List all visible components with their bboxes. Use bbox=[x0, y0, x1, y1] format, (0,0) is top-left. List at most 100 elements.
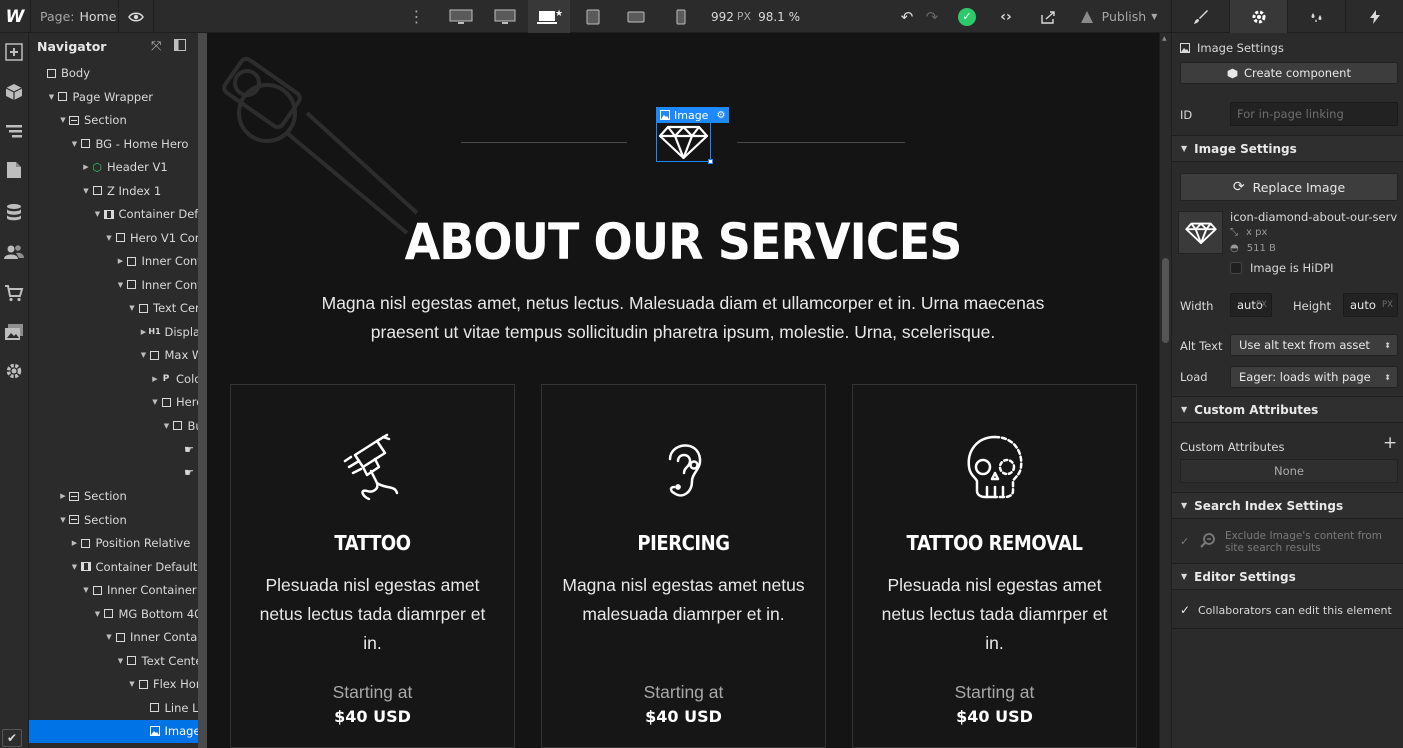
width-unit[interactable]: PX bbox=[1256, 300, 1267, 310]
navigator-item[interactable]: ▼ Hero bbox=[29, 391, 198, 414]
chevron-down-icon[interactable]: ▼ bbox=[70, 140, 80, 148]
tab-style-brush-icon[interactable] bbox=[1171, 0, 1229, 33]
selected-element-tag[interactable]: Image bbox=[656, 107, 714, 123]
navigator-item[interactable]: ▶ Section bbox=[29, 485, 198, 508]
ecommerce-cart-icon[interactable] bbox=[0, 279, 28, 307]
navigator-item[interactable]: ▼ Buttons bbox=[29, 414, 198, 437]
chevron-right-icon[interactable]: ▶ bbox=[116, 257, 126, 265]
navigator-item[interactable]: ▼ Inner Container bbox=[29, 579, 198, 602]
settings-gear-icon[interactable] bbox=[0, 357, 28, 385]
chevron-down-icon[interactable]: ▼ bbox=[104, 234, 114, 242]
alt-text-select[interactable]: Use alt text from asset ⬍ bbox=[1230, 334, 1398, 356]
breakpoint-tablet-icon[interactable] bbox=[572, 0, 614, 33]
publish-button[interactable]: Publish ▼ bbox=[1070, 0, 1166, 33]
webflow-logo[interactable]: W bbox=[0, 0, 29, 33]
height-unit[interactable]: PX bbox=[1382, 300, 1393, 310]
assets-images-icon[interactable] bbox=[0, 318, 28, 346]
navigator-item[interactable]: ▼ Container Default bbox=[29, 203, 198, 226]
chevron-down-icon[interactable]: ▼ bbox=[116, 281, 126, 289]
replace-image-button[interactable]: ⟳ Replace Image bbox=[1180, 173, 1398, 201]
navigator-item[interactable]: ▼ Text Center bbox=[29, 297, 198, 320]
exclude-checkbox[interactable]: ✓ bbox=[1180, 535, 1189, 548]
width-input[interactable]: auto PX bbox=[1230, 293, 1272, 317]
hidpi-row[interactable]: Image is HiDPI bbox=[1230, 261, 1334, 275]
id-input[interactable]: For in-page linking bbox=[1230, 102, 1398, 126]
tab-interactions-drops-icon[interactable] bbox=[1287, 0, 1345, 33]
tab-lightning-icon[interactable] bbox=[1345, 0, 1403, 33]
navigator-item[interactable]: ▶H1Display bbox=[29, 320, 198, 343]
share-export-icon[interactable] bbox=[1032, 0, 1064, 33]
preview-eye-icon[interactable] bbox=[118, 0, 154, 33]
image-settings-section-header[interactable]: ▼ Image Settings bbox=[1172, 135, 1403, 162]
saved-status-icon[interactable]: ✓ bbox=[955, 0, 979, 33]
code-export-icon[interactable]: ‹› bbox=[988, 0, 1024, 33]
navigator-item[interactable]: ▼ Container Default bbox=[29, 555, 198, 578]
service-card-piercing[interactable]: PIERCING Magna nisl egestas amet netus m… bbox=[541, 384, 826, 748]
custom-attributes-section-header[interactable]: ▼ Custom Attributes bbox=[1172, 396, 1403, 423]
navigator-item[interactable]: ▼ Flex Horizontal bbox=[29, 673, 198, 696]
chevron-down-icon[interactable]: ▼ bbox=[70, 563, 80, 571]
add-element-icon[interactable] bbox=[0, 38, 28, 66]
users-icon[interactable] bbox=[0, 238, 28, 266]
breakpoint-mobile-portrait-icon[interactable] bbox=[660, 0, 702, 33]
navigator-layers-icon[interactable] bbox=[0, 117, 28, 145]
navigator-item[interactable]: ▶ ⬡ Header V1 bbox=[29, 156, 198, 179]
navigator-item[interactable]: ☛B bbox=[29, 461, 198, 484]
collaborators-checkbox[interactable]: ✓ bbox=[1180, 603, 1190, 617]
canvas-scrollbar[interactable]: ▲ bbox=[1159, 33, 1171, 748]
resize-handle[interactable] bbox=[708, 159, 713, 164]
more-options-icon[interactable]: ⋮ bbox=[404, 0, 430, 33]
element-settings-gear-icon[interactable]: ⚙ bbox=[713, 107, 729, 123]
chevron-right-icon[interactable]: ▶ bbox=[139, 328, 149, 336]
navigator-item[interactable]: ▼ Section bbox=[29, 508, 198, 531]
task-checklist-icon[interactable]: ✔ bbox=[2, 729, 22, 747]
navigator-item[interactable]: ▼ Section bbox=[29, 109, 198, 132]
service-card-tattoo-removal[interactable]: TATTOO REMOVAL Plesuada nisl egestas ame… bbox=[852, 384, 1137, 748]
chevron-down-icon[interactable]: ▼ bbox=[104, 633, 114, 641]
hidpi-checkbox[interactable] bbox=[1230, 262, 1242, 274]
chevron-down-icon[interactable]: ▼ bbox=[162, 422, 172, 430]
navigator-item[interactable]: ▶P Color bbox=[29, 367, 198, 390]
chevron-down-icon[interactable]: ▼ bbox=[127, 304, 137, 312]
breakpoint-desktop-base-icon[interactable]: ★ bbox=[528, 0, 570, 33]
search-index-section-header[interactable]: ▼ Search Index Settings bbox=[1172, 492, 1403, 519]
components-box-icon[interactable] bbox=[0, 78, 28, 106]
load-select[interactable]: Eager: loads with page ⬍ bbox=[1230, 366, 1398, 388]
navigator-item[interactable]: ▼ Max W bbox=[29, 344, 198, 367]
chevron-right-icon[interactable]: ▶ bbox=[70, 539, 80, 547]
create-component-button[interactable]: Create component bbox=[1180, 62, 1398, 84]
pages-icon[interactable] bbox=[0, 156, 28, 184]
chevron-down-icon[interactable]: ▼ bbox=[58, 516, 68, 524]
navigator-item[interactable]: Line Left bbox=[29, 696, 198, 719]
navigator-item[interactable]: ▼ Inner Container bbox=[29, 626, 198, 649]
navigator-item[interactable]: ▼ MG Bottom 40px bbox=[29, 602, 198, 625]
chevron-down-icon[interactable]: ▼ bbox=[81, 187, 91, 195]
service-card-tattoo[interactable]: TATTOO Plesuada nisl egestas amet netus … bbox=[230, 384, 515, 748]
canvas-scroll-thumb[interactable] bbox=[1162, 258, 1169, 343]
redo-icon[interactable]: ↷ bbox=[920, 0, 944, 33]
page-selector[interactable]: Page: Home bbox=[30, 0, 118, 33]
undo-icon[interactable]: ↶ bbox=[894, 0, 920, 33]
chevron-down-icon[interactable]: ▼ bbox=[93, 210, 103, 218]
chevron-down-icon[interactable]: ▼ bbox=[58, 116, 68, 124]
asset-thumbnail[interactable] bbox=[1178, 211, 1223, 254]
navigator-item[interactable]: ▼ Text Center bbox=[29, 649, 198, 672]
dock-panel-icon[interactable] bbox=[174, 39, 186, 55]
navigator-item[interactable]: Body bbox=[29, 62, 198, 85]
design-canvas[interactable]: Image ⚙ ABOUT OUR SERVICES Magna nisl eg… bbox=[207, 33, 1159, 748]
cms-database-icon[interactable] bbox=[0, 198, 28, 226]
navigator-item[interactable]: ▼ Page Wrapper bbox=[29, 85, 198, 108]
navigator-scrollbar[interactable] bbox=[198, 33, 207, 748]
chevron-right-icon[interactable]: ▶ bbox=[58, 492, 68, 500]
navigator-item[interactable]: ▼ Inner Container bbox=[29, 273, 198, 296]
navigator-item[interactable]: ▼ Hero V1 Content bbox=[29, 226, 198, 249]
tab-settings-gear-icon[interactable] bbox=[1229, 0, 1287, 33]
navigator-item[interactable]: ▶ Position Relative bbox=[29, 532, 198, 555]
navigator-item[interactable]: ▶ Inner Container bbox=[29, 250, 198, 273]
chevron-down-icon[interactable]: ▼ bbox=[139, 351, 149, 359]
breakpoint-desktop-large-icon[interactable] bbox=[484, 0, 526, 33]
chevron-down-icon[interactable]: ▼ bbox=[81, 586, 91, 594]
breakpoint-mobile-landscape-icon[interactable] bbox=[615, 0, 657, 33]
chevron-down-icon[interactable]: ▼ bbox=[116, 657, 126, 665]
chevron-down-icon[interactable]: ▼ bbox=[150, 398, 160, 406]
